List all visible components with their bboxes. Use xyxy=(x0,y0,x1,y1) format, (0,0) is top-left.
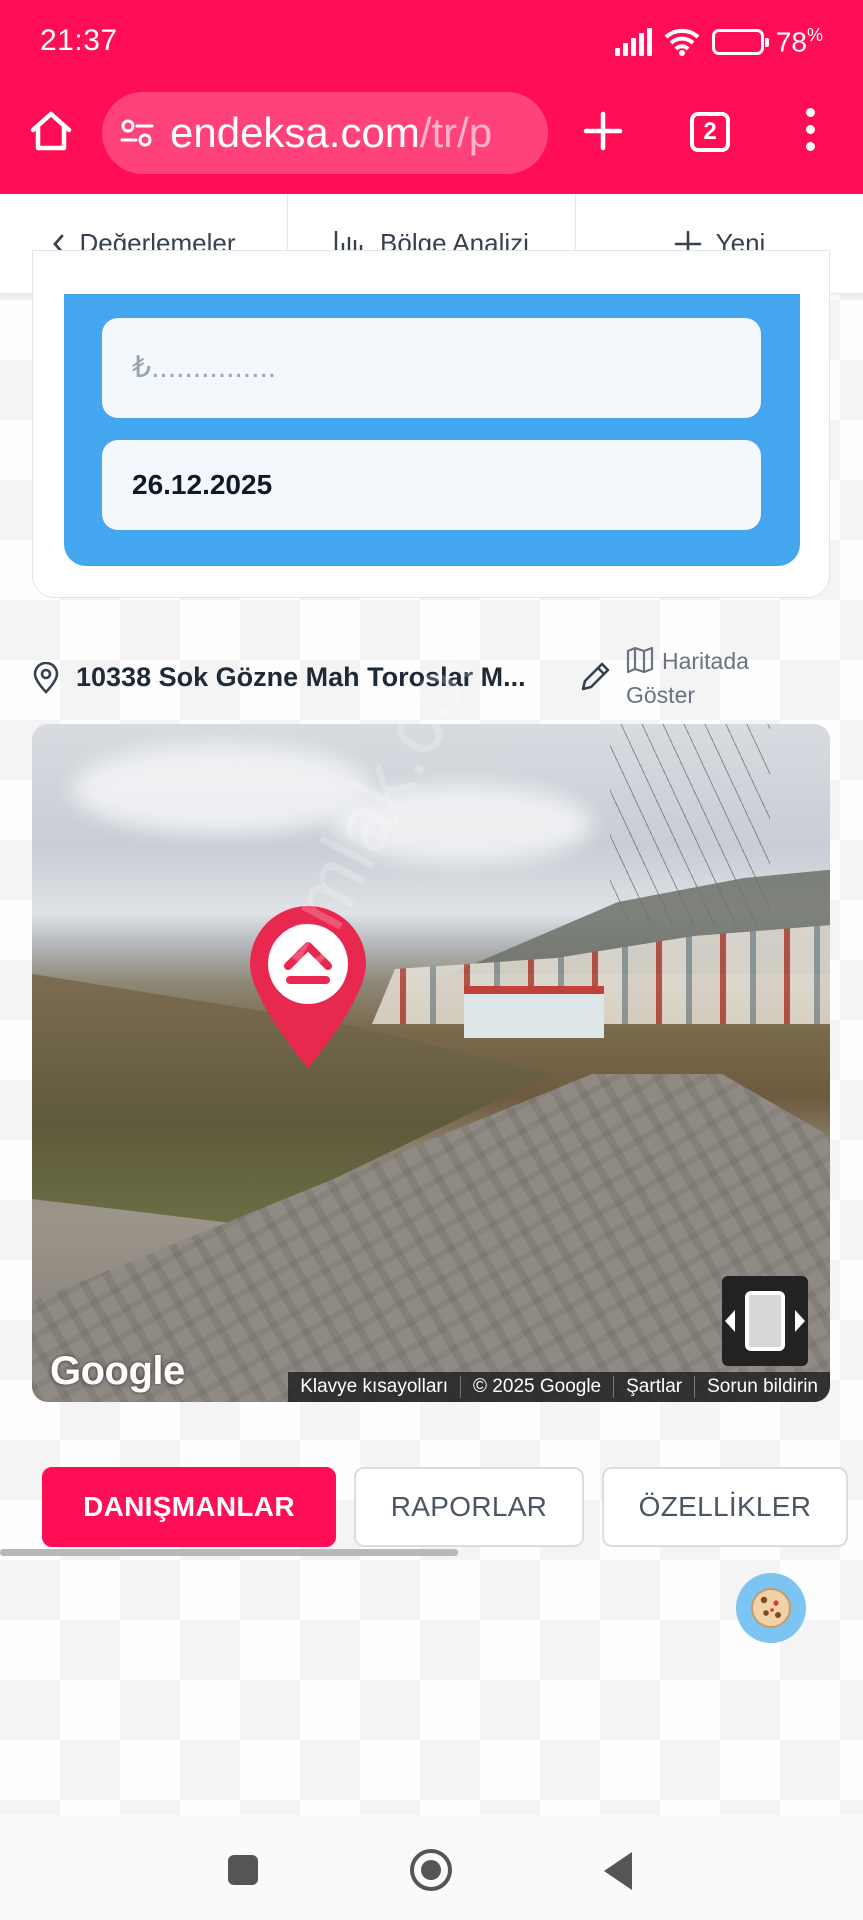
pencil-icon[interactable] xyxy=(578,660,612,694)
site-settings-icon[interactable] xyxy=(120,118,154,148)
map-attribution: Klavye kısayolları © 2025 Google Şartlar… xyxy=(288,1372,830,1402)
keyboard-shortcuts-link[interactable]: Klavye kısayolları xyxy=(288,1376,460,1398)
house xyxy=(464,986,604,1038)
tab-reports[interactable]: RAPORLAR xyxy=(354,1467,584,1547)
map-link-line1: Haritada xyxy=(662,648,749,674)
terms-link[interactable]: Şartlar xyxy=(613,1376,694,1398)
home-button-icon[interactable] xyxy=(410,1849,452,1891)
tab-features[interactable]: ÖZELLİKLER xyxy=(602,1467,848,1547)
home-icon[interactable] xyxy=(28,108,74,154)
copyright-text: © 2025 Google xyxy=(460,1376,613,1398)
battery-level: 78% xyxy=(775,25,823,58)
status-time: 21:37 xyxy=(40,24,118,57)
status-bar: 21:37 78% xyxy=(0,0,863,86)
sky-cloud xyxy=(332,784,592,864)
back-icon[interactable] xyxy=(604,1852,632,1890)
wifi-icon xyxy=(664,28,700,56)
tab-consultants[interactable]: DANIŞMANLAR xyxy=(42,1467,336,1547)
phone-rotate-icon xyxy=(745,1291,785,1351)
address-bar[interactable]: endeksa.com/tr/p xyxy=(102,92,548,174)
price-field[interactable] xyxy=(102,318,761,418)
date-field[interactable]: 26.12.2025 xyxy=(102,440,761,530)
map-link-line2: Göster xyxy=(626,682,696,708)
map-icon xyxy=(626,646,654,674)
tab-switcher-button[interactable]: 2 xyxy=(690,112,730,152)
location-pin-icon xyxy=(33,662,59,694)
signal-icon xyxy=(614,28,652,56)
address-row: 10338 Sok Gözne Mah Toroslar M... Harita… xyxy=(30,640,830,720)
new-tab-icon[interactable] xyxy=(582,110,624,152)
browser-toolbar: endeksa.com/tr/p 2 xyxy=(0,86,863,194)
recent-apps-icon[interactable] xyxy=(228,1855,258,1885)
report-problem-link[interactable]: Sorun bildirin xyxy=(694,1376,830,1398)
price-input[interactable] xyxy=(132,351,761,385)
overflow-menu-icon[interactable] xyxy=(806,108,816,154)
status-icons: 78% xyxy=(614,24,823,60)
property-marker-icon[interactable] xyxy=(244,904,372,1072)
address-text: 10338 Sok Gözne Mah Toroslar M... xyxy=(76,662,526,692)
tab-scrollbar[interactable] xyxy=(0,1549,458,1556)
cookie-icon xyxy=(751,1588,791,1628)
system-navigation-bar xyxy=(0,1815,863,1920)
rotate-view-button[interactable] xyxy=(722,1276,808,1366)
url-text[interactable]: endeksa.com/tr/p xyxy=(170,109,492,157)
sky-cloud xyxy=(72,744,372,834)
cookie-settings-button[interactable] xyxy=(736,1573,806,1643)
show-on-map-link[interactable]: Haritada Göster xyxy=(626,644,786,712)
battery-icon xyxy=(711,29,769,55)
date-value: 26.12.2025 xyxy=(132,469,273,500)
google-logo: Google xyxy=(50,1349,185,1393)
street-view-panorama[interactable]: Google Klavye kısayolları © 2025 Google … xyxy=(32,724,830,1402)
